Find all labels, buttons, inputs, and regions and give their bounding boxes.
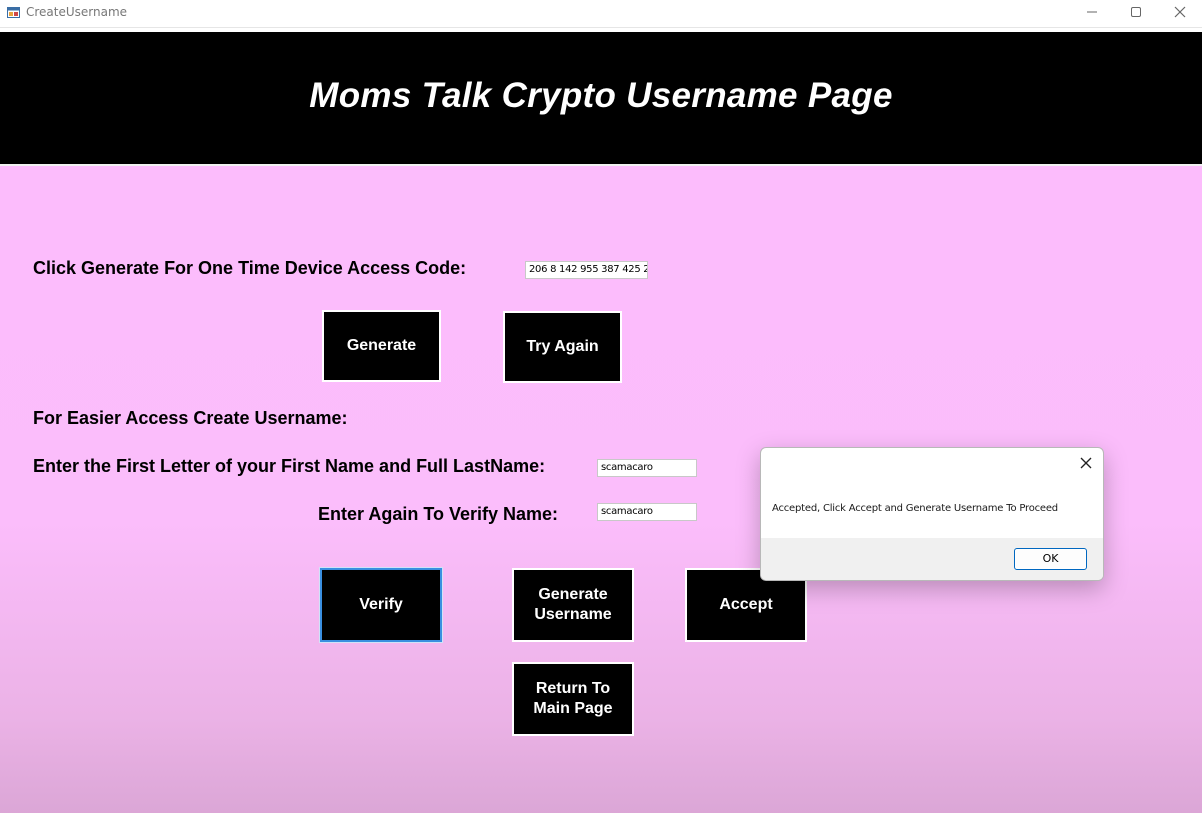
close-icon [1174,6,1186,18]
generate-username-button[interactable]: Generate Username [512,568,634,642]
try-again-button[interactable]: Try Again [503,311,622,383]
maximize-button[interactable] [1114,0,1158,27]
username-input[interactable]: scamacaro [597,459,697,477]
access-code-field[interactable]: 206 8 142 955 387 425 2 [525,261,648,279]
access-code-label: Click Generate For One Time Device Acces… [33,258,467,278]
maximize-icon [1131,7,1141,17]
generate-button[interactable]: Generate [322,310,441,382]
verify-name-label: Enter Again To Verify Name: [318,504,559,524]
verify-button[interactable]: Verify [319,567,443,643]
minimize-icon [1087,11,1097,13]
create-username-window: CreateUsername Moms Talk Crypto Username… [0,0,1202,813]
page-title: Moms Talk Crypto Username Page [309,76,893,115]
message-dialog: Accepted, Click Accept and Generate User… [760,447,1104,581]
return-main-page-button[interactable]: Return To Main Page [512,662,634,736]
app-window-icon [7,7,20,18]
verify-username-input[interactable]: scamacaro [597,503,697,521]
minimize-button[interactable] [1070,0,1114,27]
ok-button[interactable]: OK [1014,548,1087,570]
dialog-footer: OK [761,538,1103,580]
window-title: CreateUsername [26,5,128,19]
close-button[interactable] [1158,0,1202,27]
dialog-message: Accepted, Click Accept and Generate User… [772,503,1058,514]
first-name-label: Enter the First Letter of your First Nam… [33,456,546,476]
page-header: Moms Talk Crypto Username Page [0,32,1202,164]
dialog-close-icon[interactable] [1077,454,1095,472]
title-bar[interactable]: CreateUsername [0,0,1202,28]
create-username-heading: For Easier Access Create Username: [33,408,348,428]
